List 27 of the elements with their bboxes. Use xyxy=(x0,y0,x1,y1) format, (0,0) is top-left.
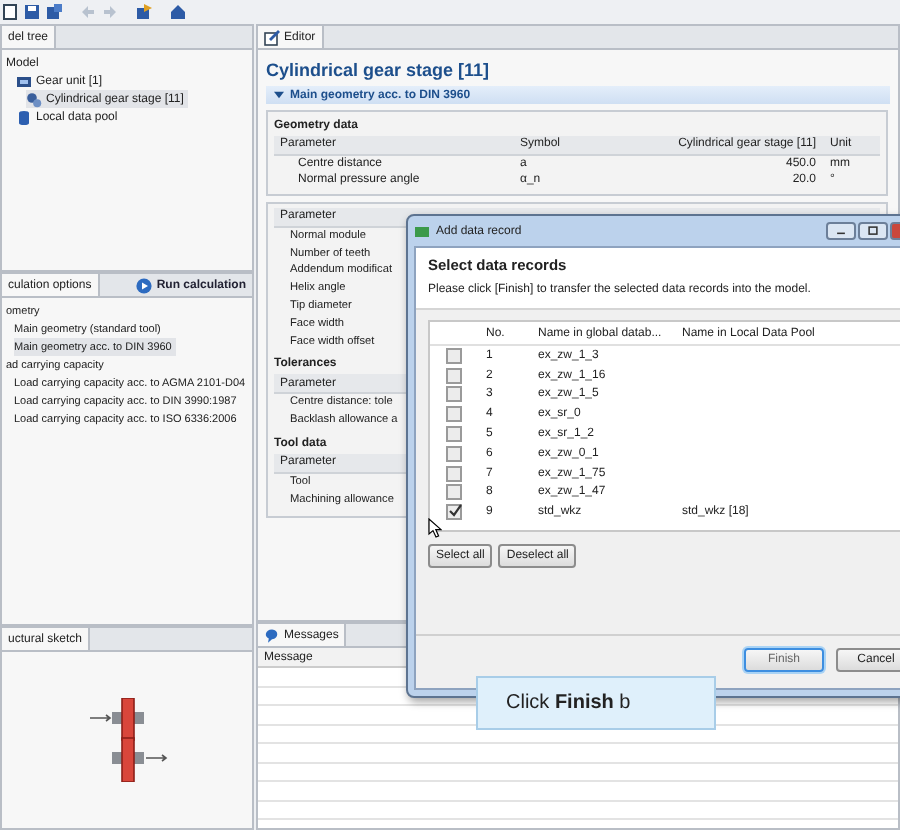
checkbox[interactable] xyxy=(446,465,462,482)
maximize-button[interactable] xyxy=(858,222,888,240)
gears-icon xyxy=(26,91,42,107)
save-icon[interactable] xyxy=(24,4,40,20)
checkbox[interactable] xyxy=(446,347,462,364)
gear-sketch-drawing xyxy=(85,698,169,782)
edit-icon xyxy=(264,29,280,45)
export-icon[interactable] xyxy=(136,4,152,20)
save-all-icon[interactable] xyxy=(46,4,62,20)
forward-arrow-icon[interactable] xyxy=(102,4,118,20)
checkbox[interactable] xyxy=(446,504,462,521)
collapse-triangle-icon xyxy=(274,90,284,100)
checkbox[interactable] xyxy=(446,445,462,462)
checkbox[interactable] xyxy=(446,406,462,423)
editor-title: Cylindrical gear stage [11] xyxy=(264,58,492,84)
gearbox-icon xyxy=(16,73,32,89)
checkbox[interactable] xyxy=(446,484,462,501)
back-arrow-icon[interactable] xyxy=(80,4,96,20)
checkbox[interactable] xyxy=(446,367,462,384)
checkbox[interactable] xyxy=(446,426,462,443)
new-file-icon[interactable] xyxy=(2,4,18,20)
checkbox[interactable] xyxy=(446,386,462,403)
play-icon xyxy=(136,277,153,293)
speech-bubble-icon xyxy=(264,627,280,643)
callout-text: Click Finish b xyxy=(506,692,631,714)
minimize-button[interactable] xyxy=(826,222,856,240)
home-icon[interactable] xyxy=(170,4,186,20)
